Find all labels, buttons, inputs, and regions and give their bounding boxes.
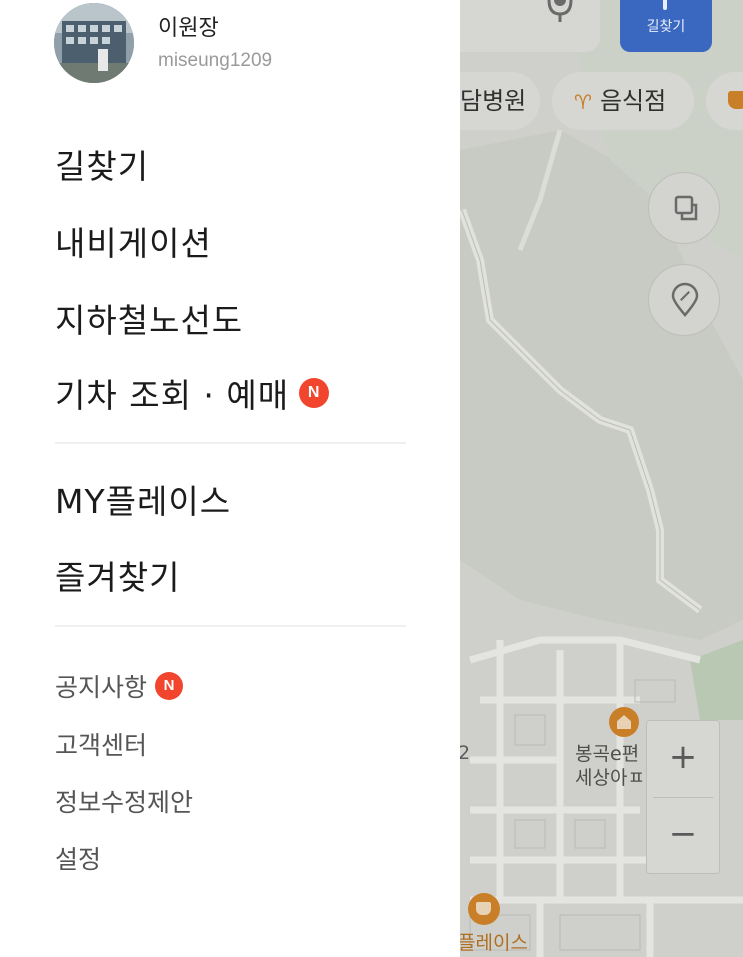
menu-item-my-place[interactable]: MY플레이스 bbox=[55, 475, 231, 523]
chip-hospital-label: 담병원 bbox=[460, 87, 527, 115]
menu-item-subway-map[interactable]: 지하철노선도 bbox=[55, 294, 243, 342]
menu-label: 내비게이션 bbox=[55, 224, 212, 263]
profile-name: 이원장 bbox=[158, 16, 219, 41]
menu-label: 고객센터 bbox=[55, 731, 148, 760]
profile-header[interactable]: 이원장 miseung1209 bbox=[54, 0, 434, 86]
route-button-label: 길찾기 bbox=[646, 19, 686, 35]
route-search-button[interactable]: 길찾기 bbox=[620, 0, 712, 52]
menu-item-notices[interactable]: 공지사항 N bbox=[55, 668, 184, 704]
my-location-button[interactable] bbox=[648, 264, 720, 336]
menu-label: 기차 조회 · 예매 bbox=[55, 376, 290, 415]
avatar-photo bbox=[54, 3, 134, 83]
menu-divider bbox=[55, 625, 406, 627]
zoom-out-button[interactable]: − bbox=[647, 798, 719, 874]
cafe-pin-icon[interactable] bbox=[468, 893, 500, 925]
map-layers-button[interactable] bbox=[648, 172, 720, 244]
apartment-label[interactable]: 봉곡e편 세상아ㅍ bbox=[575, 742, 645, 790]
menu-item-customer-center[interactable]: 고객센터 bbox=[55, 726, 147, 762]
menu-item-directions[interactable]: 길찾기 bbox=[55, 140, 149, 188]
cafe-icon bbox=[728, 91, 743, 109]
chip-restaurant-label: 음식점 bbox=[599, 87, 667, 115]
layers-icon bbox=[674, 195, 698, 221]
new-badge: N bbox=[155, 672, 184, 700]
side-drawer: 이원장 miseung1209 길찾기 내비게이션 지하철노선도 기차 조회 ·… bbox=[0, 0, 460, 957]
new-badge: N bbox=[299, 378, 330, 408]
fork-knife-icon: ♈ bbox=[574, 90, 592, 114]
apartment-label-line2: 세상아ㅍ bbox=[575, 767, 645, 789]
menu-item-suggest-edit[interactable]: 정보수정제안 bbox=[55, 783, 193, 819]
zoom-control: + − bbox=[646, 720, 720, 874]
menu-item-favorites[interactable]: 즐겨찾기 bbox=[55, 551, 180, 599]
microphone-icon[interactable] bbox=[545, 0, 575, 26]
location-pin-icon bbox=[671, 282, 699, 317]
apartment-label-line1: 봉곡e편 bbox=[575, 743, 640, 765]
menu-divider bbox=[55, 442, 406, 444]
menu-item-settings[interactable]: 설정 bbox=[55, 840, 101, 876]
menu-item-train-booking[interactable]: 기차 조회 · 예매 N bbox=[55, 369, 330, 417]
menu-label: 길찾기 bbox=[55, 147, 150, 186]
menu-item-navigation[interactable]: 내비게이션 bbox=[55, 217, 212, 265]
menu-label: MY플레이스 bbox=[55, 482, 232, 521]
apartment-pin-icon[interactable] bbox=[609, 707, 639, 737]
menu-label: 설정 bbox=[55, 845, 102, 874]
menu-label: 지하철노선도 bbox=[55, 301, 244, 340]
menu-label: 즐겨찾기 bbox=[55, 558, 181, 597]
route-arrow-icon bbox=[663, 0, 667, 10]
zoom-in-button[interactable]: + bbox=[647, 721, 719, 797]
avatar[interactable] bbox=[54, 3, 134, 83]
menu-label: 정보수정제안 bbox=[55, 788, 194, 817]
category-chip-restaurant[interactable]: ♈ 음식점 bbox=[552, 72, 694, 130]
profile-user-id: miseung1209 bbox=[158, 50, 273, 71]
place-label[interactable]: 플레이스 bbox=[458, 928, 528, 955]
menu-label: 공지사항 bbox=[55, 673, 148, 702]
